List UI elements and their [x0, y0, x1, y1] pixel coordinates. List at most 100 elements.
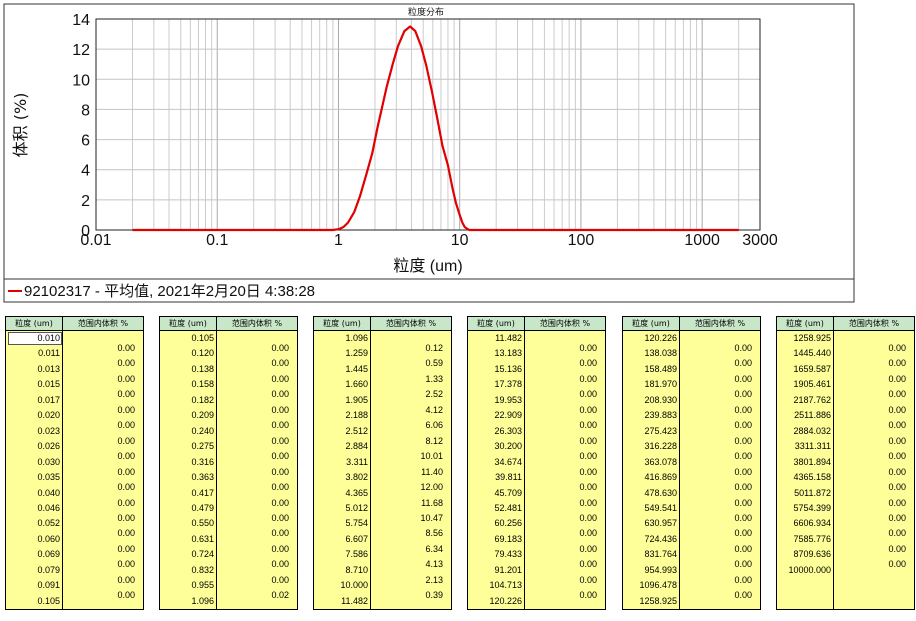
volume-cell[interactable]: 0.00 [271, 343, 289, 353]
size-cell[interactable]: 0.023 [6, 426, 60, 436]
volume-cell[interactable]: 0.00 [579, 590, 597, 600]
size-cell[interactable]: 0.015 [6, 379, 60, 389]
size-cell[interactable]: 1096.478 [623, 580, 677, 590]
size-cell[interactable]: 0.026 [6, 441, 60, 451]
size-cell[interactable]: 6606.934 [777, 518, 831, 528]
volume-cell[interactable]: 0.00 [271, 498, 289, 508]
volume-cell[interactable]: 0.00 [271, 420, 289, 430]
size-cell[interactable]: 0.631 [160, 534, 214, 544]
size-cell[interactable]: 0.417 [160, 488, 214, 498]
volume-cell[interactable]: 0.00 [117, 590, 135, 600]
size-cell[interactable]: 69.183 [468, 534, 522, 544]
size-cell[interactable]: 0.013 [6, 364, 60, 374]
size-cell[interactable]: 26.303 [468, 426, 522, 436]
size-cell[interactable]: 2.884 [314, 441, 368, 451]
volume-cell[interactable]: 0.00 [117, 374, 135, 384]
volume-cell[interactable]: 0.00 [271, 559, 289, 569]
size-cell[interactable]: 0.363 [160, 472, 214, 482]
size-cell[interactable]: 0.479 [160, 503, 214, 513]
volume-cell[interactable]: 8.56 [425, 528, 443, 538]
size-cell[interactable]: 104.713 [468, 580, 522, 590]
size-cell[interactable]: 4365.158 [777, 472, 831, 482]
volume-cell[interactable]: 0.00 [888, 374, 906, 384]
volume-cell[interactable]: 0.00 [271, 544, 289, 554]
volume-cell[interactable]: 11.68 [421, 498, 443, 508]
size-cell[interactable]: 91.201 [468, 565, 522, 575]
volume-cell[interactable]: 0.59 [425, 358, 443, 368]
volume-cell[interactable]: 0.00 [888, 420, 906, 430]
volume-cell[interactable]: 0.00 [271, 575, 289, 585]
size-cell[interactable]: 0.955 [160, 580, 214, 590]
size-cell[interactable]: 0.158 [160, 379, 214, 389]
size-cell[interactable]: 0.240 [160, 426, 214, 436]
size-cell[interactable]: 22.909 [468, 410, 522, 420]
volume-cell[interactable]: 0.00 [117, 405, 135, 415]
size-cell[interactable]: 5754.399 [777, 503, 831, 513]
volume-cell[interactable]: 2.13 [425, 575, 443, 585]
size-cell[interactable]: 3311.311 [777, 441, 831, 451]
volume-cell[interactable]: 0.00 [117, 420, 135, 430]
size-cell[interactable]: 0.550 [160, 518, 214, 528]
size-cell[interactable]: 1258.925 [777, 333, 831, 343]
size-cell[interactable]: 3.802 [314, 472, 368, 482]
volume-cell[interactable]: 10.47 [420, 513, 443, 523]
size-cell[interactable]: 4.365 [314, 488, 368, 498]
size-cell[interactable]: 120.226 [468, 596, 522, 606]
size-cell[interactable]: 39.811 [468, 472, 522, 482]
volume-cell[interactable]: 11.40 [421, 467, 443, 477]
size-cell[interactable]: 11.482 [314, 596, 368, 606]
size-cell[interactable]: 1659.587 [777, 364, 831, 374]
size-cell[interactable]: 0.105 [160, 333, 214, 343]
volume-cell[interactable]: 0.00 [271, 374, 289, 384]
volume-cell[interactable]: 0.00 [888, 528, 906, 538]
size-cell[interactable]: 2.188 [314, 410, 368, 420]
volume-cell[interactable]: 0.00 [888, 451, 906, 461]
volume-cell[interactable]: 0.00 [271, 405, 289, 415]
volume-cell[interactable]: 0.00 [579, 405, 597, 415]
size-cell[interactable]: 0.209 [160, 410, 214, 420]
size-cell[interactable]: 15.136 [468, 364, 522, 374]
size-cell[interactable]: 1.905 [314, 395, 368, 405]
volume-cell[interactable]: 0.00 [579, 389, 597, 399]
volume-cell[interactable]: 0.00 [117, 451, 135, 461]
size-cell[interactable]: 2884.032 [777, 426, 831, 436]
size-cell[interactable]: 239.883 [623, 410, 677, 420]
volume-cell[interactable]: 0.00 [734, 482, 752, 492]
size-cell[interactable]: 0.316 [160, 457, 214, 467]
volume-cell[interactable]: 0.00 [117, 498, 135, 508]
size-cell[interactable]: 0.724 [160, 549, 214, 559]
size-cell[interactable]: 549.541 [623, 503, 677, 513]
size-cell[interactable]: 1.660 [314, 379, 368, 389]
volume-cell[interactable]: 0.00 [734, 451, 752, 461]
size-cell[interactable]: 416.869 [623, 472, 677, 482]
size-cell[interactable]: 181.970 [623, 379, 677, 389]
size-cell[interactable]: 158.489 [623, 364, 677, 374]
volume-cell[interactable]: 0.00 [579, 544, 597, 554]
volume-cell[interactable]: 0.00 [734, 467, 752, 477]
size-cell[interactable]: 0.069 [6, 549, 60, 559]
size-cell[interactable]: 30.200 [468, 441, 522, 451]
size-cell[interactable]: 19.953 [468, 395, 522, 405]
volume-cell[interactable]: 0.00 [117, 389, 135, 399]
volume-cell[interactable]: 0.00 [734, 374, 752, 384]
volume-cell[interactable]: 0.00 [117, 559, 135, 569]
size-cell[interactable]: 120.226 [623, 333, 677, 343]
size-cell[interactable]: 5.012 [314, 503, 368, 513]
volume-cell[interactable]: 0.00 [734, 420, 752, 430]
size-cell[interactable]: 0.052 [6, 518, 60, 528]
volume-cell[interactable]: 0.00 [579, 358, 597, 368]
volume-cell[interactable]: 0.00 [117, 528, 135, 538]
volume-cell[interactable]: 0.00 [271, 436, 289, 446]
volume-cell[interactable]: 0.00 [888, 544, 906, 554]
volume-cell[interactable]: 0.39 [425, 590, 443, 600]
volume-cell[interactable]: 0.00 [579, 436, 597, 446]
size-cell[interactable]: 208.930 [623, 395, 677, 405]
volume-cell[interactable]: 6.06 [425, 420, 443, 430]
size-cell[interactable]: 60.256 [468, 518, 522, 528]
volume-cell[interactable]: 0.00 [888, 405, 906, 415]
volume-cell[interactable]: 0.00 [888, 498, 906, 508]
volume-cell[interactable]: 1.33 [425, 374, 443, 384]
volume-cell[interactable]: 0.00 [579, 420, 597, 430]
size-cell[interactable]: 0.046 [6, 503, 60, 513]
size-cell[interactable]: 1.445 [314, 364, 368, 374]
